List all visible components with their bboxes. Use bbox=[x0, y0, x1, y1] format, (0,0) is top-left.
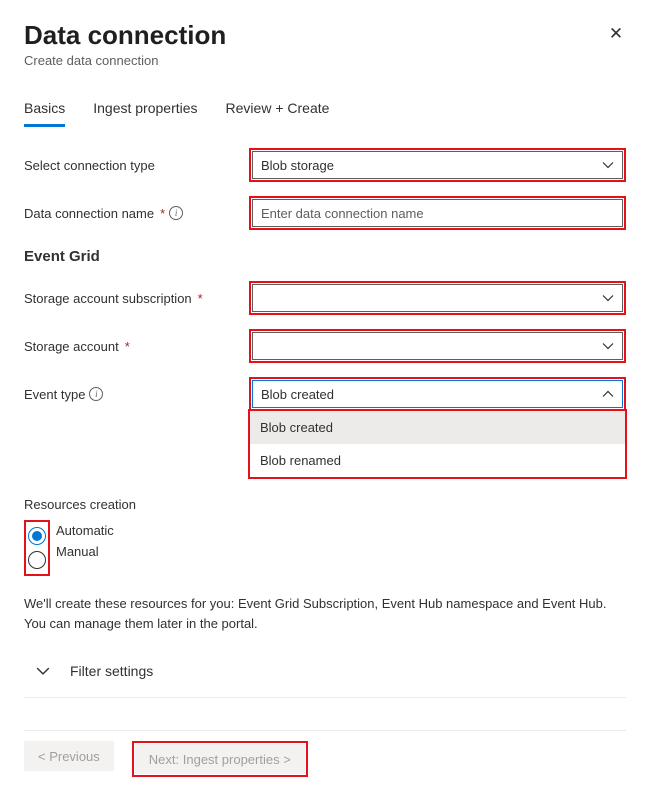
storage-subscription-label: Storage account subscription * bbox=[24, 291, 249, 306]
footer: < Previous Next: Ingest properties > bbox=[24, 730, 626, 777]
previous-button[interactable]: < Previous bbox=[24, 741, 114, 771]
info-icon[interactable]: i bbox=[89, 387, 103, 401]
filter-settings-label: Filter settings bbox=[70, 663, 153, 679]
event-type-dropdown[interactable]: Blob created bbox=[252, 380, 623, 408]
chevron-down-icon bbox=[602, 292, 614, 304]
radio-manual-label: Manual bbox=[56, 544, 99, 559]
info-icon[interactable]: i bbox=[169, 206, 183, 220]
close-icon: ✕ bbox=[609, 24, 623, 44]
close-button[interactable]: ✕ bbox=[606, 24, 626, 44]
connection-type-dropdown[interactable]: Blob storage bbox=[252, 151, 623, 179]
event-type-option-blob-created[interactable]: Blob created bbox=[250, 411, 625, 444]
event-type-option-blob-renamed[interactable]: Blob renamed bbox=[250, 444, 625, 477]
connection-type-label: Select connection type bbox=[24, 158, 249, 173]
storage-subscription-dropdown[interactable] bbox=[252, 284, 623, 312]
required-indicator: * bbox=[198, 291, 203, 306]
chevron-down-icon bbox=[602, 159, 614, 171]
chevron-up-icon bbox=[602, 388, 614, 400]
connection-name-input[interactable] bbox=[252, 199, 623, 227]
help-text: We'll create these resources for you: Ev… bbox=[24, 594, 626, 633]
storage-account-dropdown[interactable] bbox=[252, 332, 623, 360]
event-grid-section-title: Event Grid bbox=[24, 248, 626, 265]
chevron-down-icon bbox=[36, 664, 50, 678]
radio-manual[interactable] bbox=[28, 548, 46, 572]
tab-ingest-properties[interactable]: Ingest properties bbox=[93, 92, 197, 127]
filter-settings-toggle[interactable]: Filter settings bbox=[24, 653, 626, 698]
tab-review-create[interactable]: Review + Create bbox=[226, 92, 330, 127]
page-title: Data connection bbox=[24, 20, 626, 51]
required-indicator: * bbox=[160, 206, 165, 221]
event-type-menu: Blob created Blob renamed bbox=[248, 409, 627, 479]
tab-basics[interactable]: Basics bbox=[24, 92, 65, 127]
next-button[interactable]: Next: Ingest properties > bbox=[135, 744, 305, 774]
storage-account-label: Storage account * bbox=[24, 339, 249, 354]
radio-automatic-label: Automatic bbox=[56, 523, 114, 538]
tabs: Basics Ingest properties Review + Create bbox=[24, 92, 626, 128]
resources-creation-label: Resources creation bbox=[24, 497, 136, 512]
required-indicator: * bbox=[125, 339, 130, 354]
radio-automatic[interactable] bbox=[28, 524, 46, 548]
radio-icon bbox=[28, 527, 46, 545]
chevron-down-icon bbox=[602, 340, 614, 352]
radio-icon bbox=[28, 551, 46, 569]
connection-name-label: Data connection name * i bbox=[24, 206, 249, 221]
page-subtitle: Create data connection bbox=[24, 53, 626, 68]
event-type-label: Event type i bbox=[24, 387, 249, 402]
